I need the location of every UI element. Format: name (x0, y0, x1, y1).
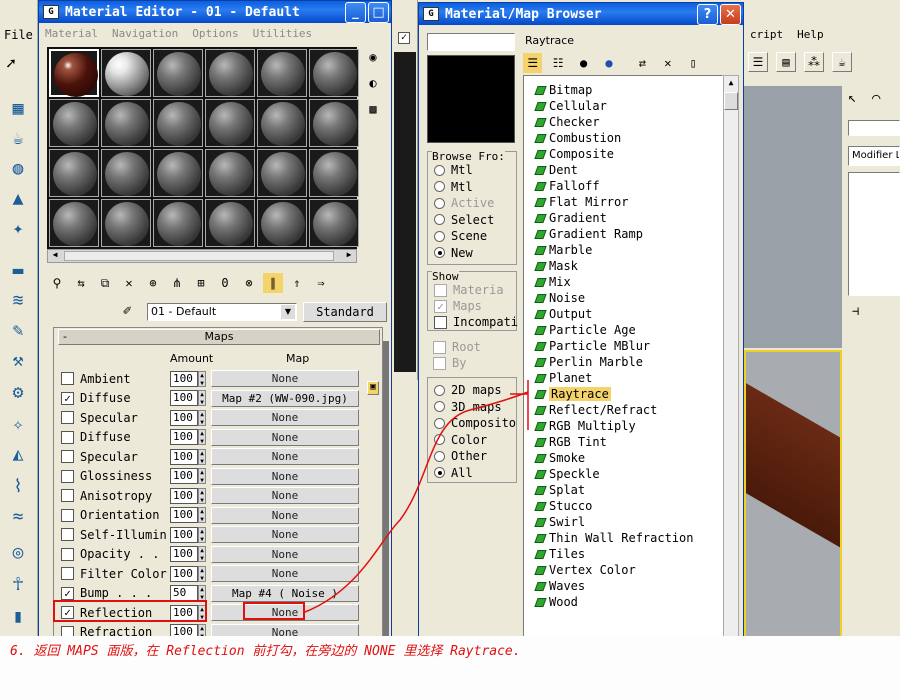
annotation-bracket (510, 380, 529, 430)
caption-text: 6. 返回 MAPS 面版，在 Reflection 前打勾，在旁边的 NONE… (10, 644, 521, 659)
annotation-overlay (53, 380, 529, 622)
caption-bar: 6. 返回 MAPS 面版，在 Reflection 前打勾，在旁边的 NONE… (0, 636, 900, 700)
annotation-arrow-curve (304, 391, 529, 613)
reflection-highlight-box (53, 600, 207, 622)
none-button-highlight-box (243, 602, 305, 620)
